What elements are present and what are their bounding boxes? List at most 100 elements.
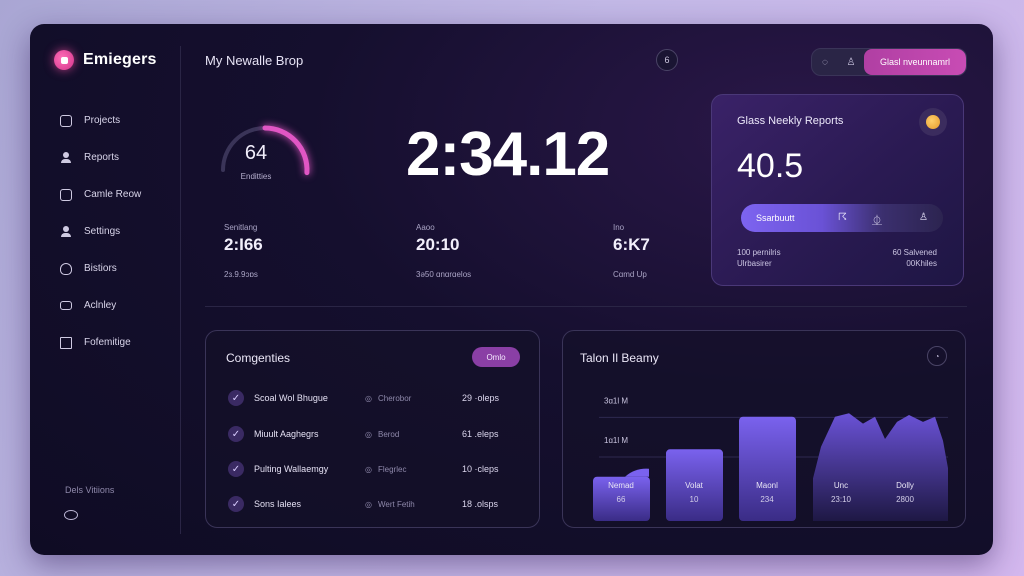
category-tag: Wert Fetih [365,500,415,509]
sidebar-item-label: Aclnley [84,300,117,311]
sidebar-item-label: Settings [84,226,121,237]
brand-logo-icon [54,50,74,70]
monitor-icon [60,301,72,310]
chart-card: Talon Il Beamy ◔ 3ɑ1l M 1ɑ1l M Nemad 66 Vola… [562,330,966,528]
categories-button[interactable]: Omlo [472,347,520,367]
user-icon [60,225,72,238]
category-count: 29 ·oleps [462,393,500,403]
weekly-meta-right: 60 Salvened 00Khiles [893,247,937,269]
stat-block: Senitlang 2:I66 2ɜ.9.9ɔɒs [224,223,263,279]
sidebar-item-fofemitige[interactable]: Fofemitige [60,324,141,361]
folder-icon [60,114,72,127]
sidebar-item-camle-reow[interactable]: Camle Reow [60,176,141,213]
page-title: My Newalle Brop [205,53,304,68]
brand-name: Emiegers [83,51,157,68]
categories-card: Comgenties Omlo ✓ Scoal Wol Bhugue Chero… [205,330,540,528]
brand: Emiegers [54,50,157,70]
meta-text: 100 pernilris [737,248,781,257]
gauge-label: Enditties [240,172,272,181]
x-tick-label: Unc [834,481,848,490]
sidebar-item-aclnley[interactable]: Aclnley [60,287,141,324]
check-icon[interactable]: ✓ [228,496,244,512]
y-tick-label: 1ɑ1l M [604,436,628,445]
weekly-meta-left: 100 pernilris Ulrbasirer [737,247,781,269]
data-label: 10 [690,495,699,504]
sidebar-item-projects[interactable]: Projects [60,102,141,139]
user-icon[interactable]: ♙ [838,49,864,75]
check-icon[interactable]: ✓ [228,461,244,477]
list-item[interactable]: ✓ Sons Ialees Wert Fetih 18 .olsps [228,494,528,514]
stat-sub: 3ǝ50 ɑnɑrɑelos [416,270,472,279]
header-cta-button[interactable]: Glasl nveunnamrl [864,49,966,75]
sidebar-item-bistiors[interactable]: Bistiors [60,250,141,287]
chat-icon[interactable]: ◌ [812,49,838,75]
y-tick-label: 3ɑ1l M [604,396,628,405]
chart-area[interactable] [813,413,948,521]
pin-icon[interactable]: ☈ [838,212,847,223]
meta-text: 60 Salvened [892,248,937,257]
sidebar-item-label: Camle Reow [84,189,142,200]
weekly-value: 40.5 [737,147,804,185]
list-item[interactable]: ✓ Scoal Wol Bhugue Cherobor 29 ·oleps [228,388,528,408]
stat-label: Senitlang [224,223,258,232]
sidebar-item-label: Bistiors [84,263,117,274]
app-window: Emiegers Projects Reports Camle Reow Set… [30,24,993,555]
weekly-pill-label: Ssarbuutt [756,213,795,223]
notification-icon[interactable]: 6 [656,49,678,71]
stat-label: Ino [613,223,625,232]
x-tick-label: Volat [685,481,704,490]
x-tick-label: Dolly [896,481,914,490]
stat-block: Ino 6:K7 Cɑmd Up [613,223,650,279]
document-icon [60,336,72,349]
data-label: 23:10 [831,495,852,504]
sidebar: Emiegers Projects Reports Camle Reow Set… [30,24,180,555]
list-item[interactable]: ✓ Pulting Wallaemgy Flegrlec 10 ·cleps [228,459,528,479]
section-divider [205,306,967,307]
user-icon[interactable]: ♙ [919,212,928,223]
category-count: 18 .olsps [462,499,499,509]
chart-bar-cap [625,468,649,477]
category-tag: Flegrlec [365,465,406,474]
sidebar-item-label: Reports [84,152,120,163]
category-name: Miuult Aaghegrs [254,429,319,439]
check-icon[interactable]: ✓ [228,390,244,406]
category-name: Sons Ialees [254,499,302,509]
stat-value: 6:K7 [613,235,650,254]
sidebar-nav: Projects Reports Camle Reow Settings Bis… [60,102,141,361]
stat-sub: Cɑmd Up [613,270,647,279]
eye-icon[interactable] [64,510,78,520]
gauge: 64 Enditties [215,114,327,184]
sidebar-item-reports[interactable]: Reports [60,139,141,176]
tool-icon[interactable]: ⏂ [872,212,882,227]
category-tag: Cherobor [365,394,411,403]
stat-value: 2:I66 [224,235,263,254]
image-icon [60,188,72,201]
timer-display: 2:34.12 [406,120,610,189]
category-name: Pulting Wallaemgy [254,464,329,474]
user-icon [60,151,72,164]
stat-value: 20:10 [416,235,460,254]
stat-label: Aaoo [416,223,435,232]
meta-text: 00Khiles [906,259,937,268]
check-icon[interactable]: ✓ [228,426,244,442]
chart-bar[interactable] [739,416,796,521]
data-label: 2800 [896,495,914,504]
list-item[interactable]: ✓ Miuult Aaghegrs Berod 61 .eleps [228,424,528,444]
header-controls: ◌ ♙ Glasl nveunnamrl [811,48,967,76]
category-name: Scoal Wol Bhugue [254,393,328,403]
sidebar-item-settings[interactable]: Settings [60,213,141,250]
x-tick-label: Nemad [608,481,634,490]
bar-chart: 3ɑ1l M 1ɑ1l M Nemad 66 Volat 10 Maonl 234 Unc 23:… [593,396,948,521]
data-label: 234 [760,495,774,504]
category-tag: Berod [365,430,399,439]
data-label: 66 [617,495,626,504]
shield-icon [60,262,72,275]
weekly-search-bar[interactable]: Ssarbuutt ☈ ⏂ ♙ [741,204,943,232]
avatar[interactable] [919,108,947,136]
categories-title: Comgenties [226,351,291,365]
category-count: 61 .eleps [462,429,499,439]
sidebar-item-label: Projects [84,115,121,126]
x-tick-label: Maonl [756,481,778,490]
category-count: 10 ·cleps [462,464,499,474]
sidebar-footer-label: Dels Vitiions [65,485,115,495]
